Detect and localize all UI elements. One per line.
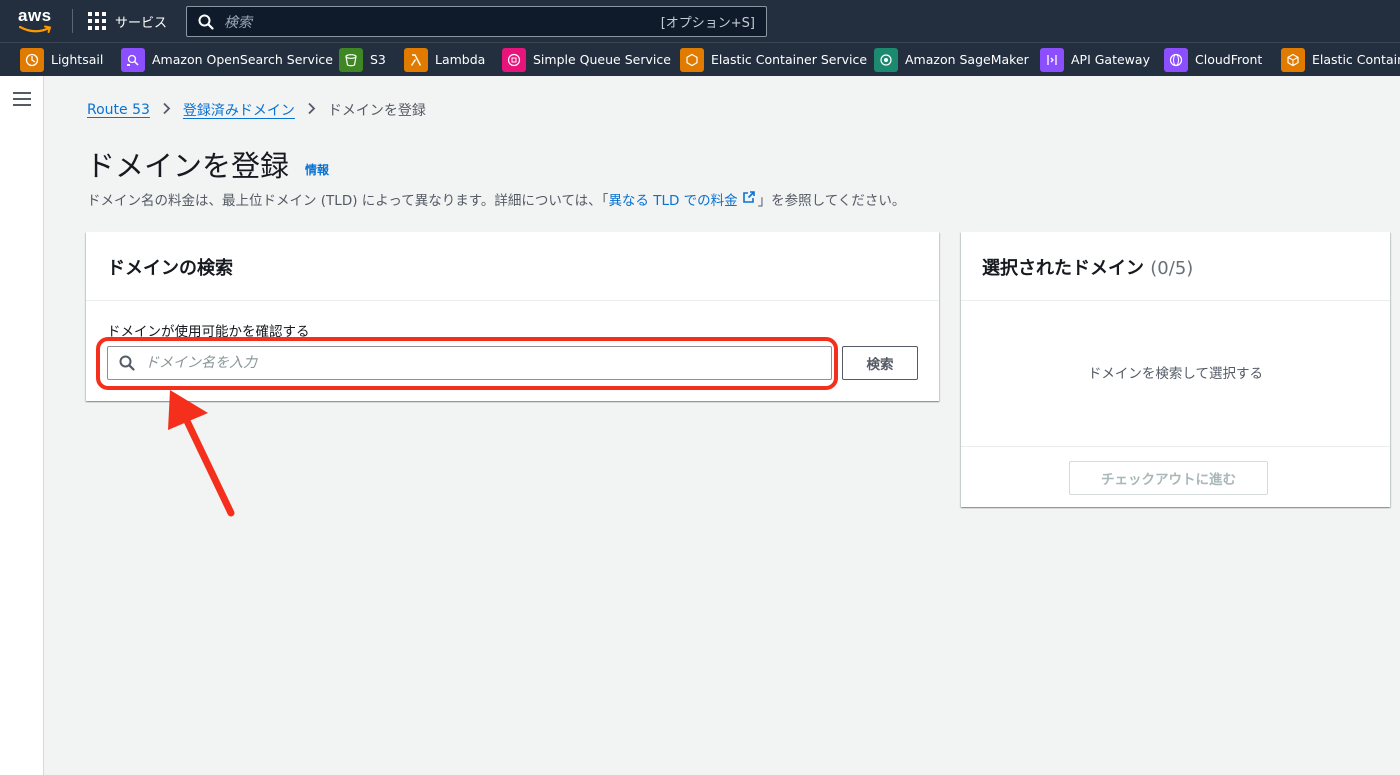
- aws-logo[interactable]: aws: [18, 6, 58, 36]
- api-gateway-icon: [1040, 47, 1064, 72]
- domain-search-title: ドメインの検索: [107, 258, 233, 279]
- lambda-icon: [404, 47, 428, 72]
- chevron-right-icon: [307, 101, 316, 119]
- page-title: ドメインを登録: [86, 149, 290, 183]
- menu-hamburger-icon[interactable]: [13, 92, 31, 106]
- description-text-after: 」を参照してください。: [757, 193, 906, 209]
- grid-icon: [88, 12, 106, 30]
- breadcrumb-current: ドメインを登録: [327, 103, 426, 119]
- cloudfront-icon: [1164, 47, 1188, 72]
- domain-search-button[interactable]: 検索: [842, 346, 918, 380]
- favorite-ecs[interactable]: Elastic Container Service: [680, 47, 867, 72]
- global-search-placeholder: 検索: [224, 14, 252, 31]
- opensearch-icon: [121, 47, 145, 72]
- favorite-label: API Gateway: [1071, 52, 1150, 67]
- description-text-before: ドメイン名の料金は、最上位ドメイン (TLD) によって異なります。詳細について…: [87, 193, 609, 209]
- top-navigation: aws サービス 検索 [オプション+S]: [0, 0, 1400, 42]
- annotation-arrow-icon: [168, 390, 235, 517]
- selected-domains-panel: 選択されたドメイン (0/5) ドメインを検索して選択する チェックアウトに進む: [961, 232, 1390, 507]
- favorite-lightsail[interactable]: Lightsail: [20, 47, 103, 72]
- breadcrumb-registered-domains-link[interactable]: 登録済みドメイン: [183, 100, 295, 120]
- checkout-button[interactable]: チェックアウトに進む: [1069, 461, 1268, 495]
- services-label: サービス: [115, 15, 168, 31]
- panel-divider: [961, 300, 1390, 301]
- sqs-icon: [502, 47, 526, 72]
- lightsail-icon: [20, 47, 44, 72]
- services-menu-button[interactable]: サービス: [88, 10, 167, 32]
- favorite-label: Simple Queue Service: [533, 52, 671, 67]
- favorite-lambda[interactable]: Lambda: [404, 47, 485, 72]
- global-search-bar[interactable]: 検索 [オプション+S]: [186, 6, 767, 37]
- favorite-label: CloudFront: [1195, 52, 1263, 67]
- s3-bucket-icon: [339, 47, 363, 72]
- selected-domains-title: 選択されたドメイン (0/5): [982, 254, 1193, 280]
- favorites-bar: Lightsail Amazon OpenSearch Service S3 L…: [0, 42, 1400, 76]
- ecs-icon: [680, 47, 704, 72]
- selected-domains-empty-text: ドメインを検索して選択する: [1087, 366, 1264, 382]
- aws-smile-icon: [19, 25, 52, 33]
- selected-domains-count: (0/5): [1150, 258, 1194, 279]
- page-description: ドメイン名の料金は、最上位ドメイン (TLD) によって異なります。詳細について…: [87, 189, 905, 209]
- favorite-sagemaker[interactable]: Amazon SageMaker: [874, 47, 1029, 72]
- chevron-right-icon: [162, 101, 171, 119]
- aws-logo-text: aws: [18, 6, 52, 25]
- annotation-highlight-box: [96, 337, 838, 390]
- external-link-icon[interactable]: [742, 190, 756, 208]
- search-shortcut-hint: [オプション+S]: [660, 16, 755, 31]
- tld-pricing-link[interactable]: 異なる TLD での料金: [608, 189, 737, 209]
- favorite-label: Amazon SageMaker: [905, 52, 1029, 67]
- breadcrumb: Route 53 登録済みドメイン ドメインを登録: [87, 100, 426, 120]
- side-navigation-rail: [0, 76, 44, 775]
- search-icon: [198, 14, 214, 30]
- favorite-label: Lightsail: [51, 52, 104, 67]
- favorite-ecr[interactable]: Elastic Containe: [1281, 47, 1400, 72]
- favorite-label: Lambda: [435, 52, 486, 67]
- favorite-s3[interactable]: S3: [339, 47, 386, 72]
- favorite-label: Elastic Containe: [1312, 52, 1400, 67]
- selected-domains-title-text: 選択されたドメイン: [982, 258, 1144, 279]
- info-link[interactable]: 情報: [305, 161, 329, 178]
- favorite-sqs[interactable]: Simple Queue Service: [502, 47, 671, 72]
- favorite-label: Amazon OpenSearch Service: [152, 52, 333, 67]
- favorite-label: S3: [370, 52, 386, 67]
- favorite-api-gateway[interactable]: API Gateway: [1040, 47, 1150, 72]
- ecr-icon: [1281, 47, 1305, 72]
- sagemaker-icon: [874, 47, 898, 72]
- breadcrumb-route53-link[interactable]: Route 53: [87, 102, 150, 118]
- panel-divider: [86, 300, 939, 301]
- favorite-opensearch[interactable]: Amazon OpenSearch Service: [121, 47, 333, 72]
- panel-footer-divider: [961, 446, 1390, 447]
- favorite-cloudfront[interactable]: CloudFront: [1164, 47, 1262, 72]
- topbar-divider: [72, 9, 73, 33]
- favorite-label: Elastic Container Service: [711, 52, 868, 67]
